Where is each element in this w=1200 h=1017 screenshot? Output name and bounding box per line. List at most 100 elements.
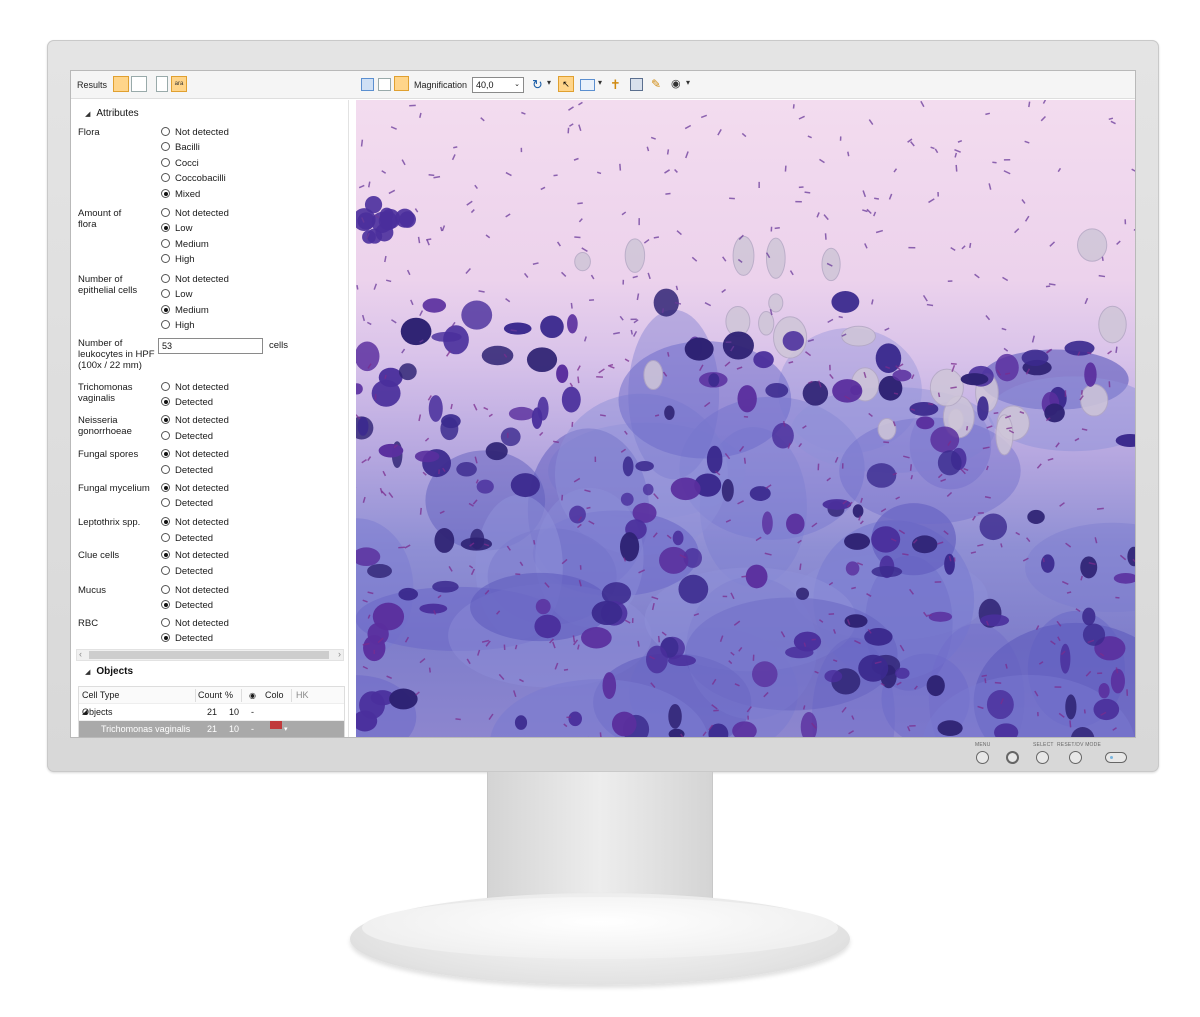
- mucus-option[interactable]: Not detected: [161, 585, 229, 597]
- epithelial-cells-option[interactable]: Not detected: [161, 274, 229, 286]
- ara-button[interactable]: ara: [171, 76, 187, 92]
- flora-option[interactable]: Cocci: [161, 158, 199, 170]
- flora-option[interactable]: Coccobacilli: [161, 173, 226, 185]
- objects-section-header[interactable]: ◢ Objects: [85, 666, 133, 677]
- layout-split-icon[interactable]: [131, 76, 147, 92]
- attributes-title: Attributes: [96, 108, 139, 119]
- column-color[interactable]: Colo: [265, 687, 284, 704]
- table-header: Cell Type Count % ◉ Colo HK: [79, 687, 344, 704]
- column-count[interactable]: Count: [198, 687, 222, 704]
- pointer-tool-icon[interactable]: ↖: [558, 76, 574, 92]
- color-dropdown-icon[interactable]: ▾: [284, 721, 288, 737]
- menu-button-label: MENU: [975, 742, 991, 748]
- rectangle-tool-icon[interactable]: [580, 79, 595, 91]
- row-count: 21: [207, 724, 218, 734]
- neisseria-option[interactable]: Not detected: [161, 415, 229, 427]
- select-button-label: SELECT: [1033, 742, 1054, 748]
- amount-of-flora-option[interactable]: High: [161, 254, 195, 266]
- visibility-eye-icon[interactable]: ◉: [249, 687, 256, 704]
- row-percent: 10: [229, 724, 240, 734]
- attributes-section-header[interactable]: ◢ Attributes: [85, 108, 139, 119]
- pencil-icon[interactable]: ✎: [651, 77, 661, 91]
- column-hk[interactable]: HK: [296, 687, 309, 704]
- fungal-mycelium-option[interactable]: Not detected: [161, 483, 229, 495]
- table-row[interactable]: Trichomonas vaginalis 21 10 - ▾: [79, 721, 344, 737]
- row-extra: -: [251, 707, 254, 717]
- leukocytes-unit: cells: [269, 340, 289, 351]
- results-label: Results: [77, 80, 108, 90]
- fungal-spores-option[interactable]: Not detected: [161, 449, 229, 461]
- mucus-option[interactable]: Detected: [161, 600, 213, 612]
- magnification-label: Magnification: [414, 80, 468, 90]
- microscope-image-viewer[interactable]: [356, 100, 1135, 737]
- magnification-select[interactable]: 40,0 ⌄: [472, 77, 524, 93]
- horizontal-scrollbar[interactable]: ‹ ›: [76, 649, 344, 661]
- monitor-power-button[interactable]: [1105, 752, 1127, 763]
- fungal-spores-label: Fungal spores: [78, 449, 139, 460]
- fungal-spores-option[interactable]: Detected: [161, 465, 213, 477]
- view-image-icon[interactable]: [361, 78, 374, 91]
- leptothrix-option[interactable]: Detected: [161, 533, 213, 545]
- scrollbar-thumb[interactable]: [89, 651, 329, 659]
- monitor-select-button[interactable]: [1036, 751, 1049, 764]
- row-percent: 10: [229, 707, 240, 717]
- clue-cells-option[interactable]: Not detected: [161, 550, 229, 562]
- column-cell-type[interactable]: Cell Type: [82, 687, 119, 704]
- table-row[interactable]: ◢ Objects 21 10 -: [79, 704, 344, 721]
- smear-micrograph: [356, 100, 1135, 737]
- neisseria-option[interactable]: Detected: [161, 431, 213, 443]
- amount-of-flora-option[interactable]: Low: [161, 223, 192, 235]
- flora-option[interactable]: Bacilli: [161, 142, 200, 154]
- epithelial-cells-option[interactable]: Medium: [161, 305, 209, 317]
- collapse-triangle-icon: ◢: [85, 111, 91, 118]
- scroll-right-icon[interactable]: ›: [338, 649, 341, 659]
- amount-of-flora-label: Amount of flora: [78, 208, 122, 230]
- reset-button-label: RESET/DV MODE: [1057, 742, 1101, 748]
- objects-table: Cell Type Count % ◉ Colo HK ◢ Objects 21…: [78, 686, 345, 737]
- trichomonas-label: Trichomonas vaginalis: [78, 382, 133, 404]
- compare-view-icon[interactable]: [394, 76, 409, 91]
- leptothrix-option[interactable]: Not detected: [161, 517, 229, 529]
- epithelial-cells-option[interactable]: Low: [161, 289, 192, 301]
- trichomonas-option[interactable]: Not detected: [161, 382, 229, 394]
- rbc-option[interactable]: Not detected: [161, 618, 229, 630]
- rbc-option[interactable]: Detected: [161, 633, 213, 645]
- color-swatch[interactable]: [270, 721, 282, 729]
- clue-cells-option[interactable]: Detected: [161, 566, 213, 578]
- flora-option[interactable]: Not detected: [161, 127, 229, 139]
- amount-of-flora-option[interactable]: Medium: [161, 239, 209, 251]
- monitor-stand-base-top: [362, 897, 838, 959]
- rectangle-dropdown-icon[interactable]: ▾: [598, 78, 602, 87]
- flora-label: Flora: [78, 127, 100, 138]
- results-panel: ◢ Attributes Flora Not detected Bacilli C…: [71, 100, 349, 737]
- layout-single-icon[interactable]: [113, 76, 129, 92]
- epithelial-cells-option[interactable]: High: [161, 320, 195, 332]
- eye-icon[interactable]: ◉: [671, 77, 681, 90]
- amount-of-flora-option[interactable]: Not detected: [161, 208, 229, 220]
- objects-title: Objects: [96, 666, 134, 677]
- magnification-value: 40,0: [476, 80, 494, 90]
- ruler-tool-icon[interactable]: ✝: [610, 77, 621, 93]
- scroll-left-icon[interactable]: ‹: [79, 649, 82, 659]
- monitor-screen: Results ara Magnification 40,0 ⌄ ↻ ▾ ↖ ▾…: [70, 70, 1136, 738]
- snapshot-icon[interactable]: [630, 78, 643, 91]
- monitor-reset-button[interactable]: [1069, 751, 1082, 764]
- chevron-down-icon: ⌄: [514, 81, 520, 88]
- row-extra: -: [251, 724, 254, 734]
- flora-option[interactable]: Mixed: [161, 189, 200, 201]
- rbc-label: RBC: [78, 618, 99, 629]
- fungal-mycelium-label: Fungal mycelium: [78, 483, 150, 494]
- monitor-menu-button[interactable]: [976, 751, 989, 764]
- neisseria-label: Neisseria gonorrhoeae: [78, 415, 132, 437]
- document-icon[interactable]: [156, 76, 168, 92]
- eye-dropdown-icon[interactable]: ▾: [686, 78, 690, 87]
- grid-view-icon[interactable]: [378, 78, 391, 91]
- leptothrix-label: Leptothrix spp.: [78, 517, 141, 528]
- rotate-dropdown-icon[interactable]: ▾: [547, 78, 551, 87]
- monitor-nav-button[interactable]: [1006, 751, 1019, 764]
- leukocytes-input[interactable]: 53: [158, 338, 263, 354]
- fungal-mycelium-option[interactable]: Detected: [161, 498, 213, 510]
- column-percent[interactable]: %: [225, 687, 233, 704]
- trichomonas-option[interactable]: Detected: [161, 397, 213, 409]
- rotate-icon[interactable]: ↻: [532, 77, 543, 93]
